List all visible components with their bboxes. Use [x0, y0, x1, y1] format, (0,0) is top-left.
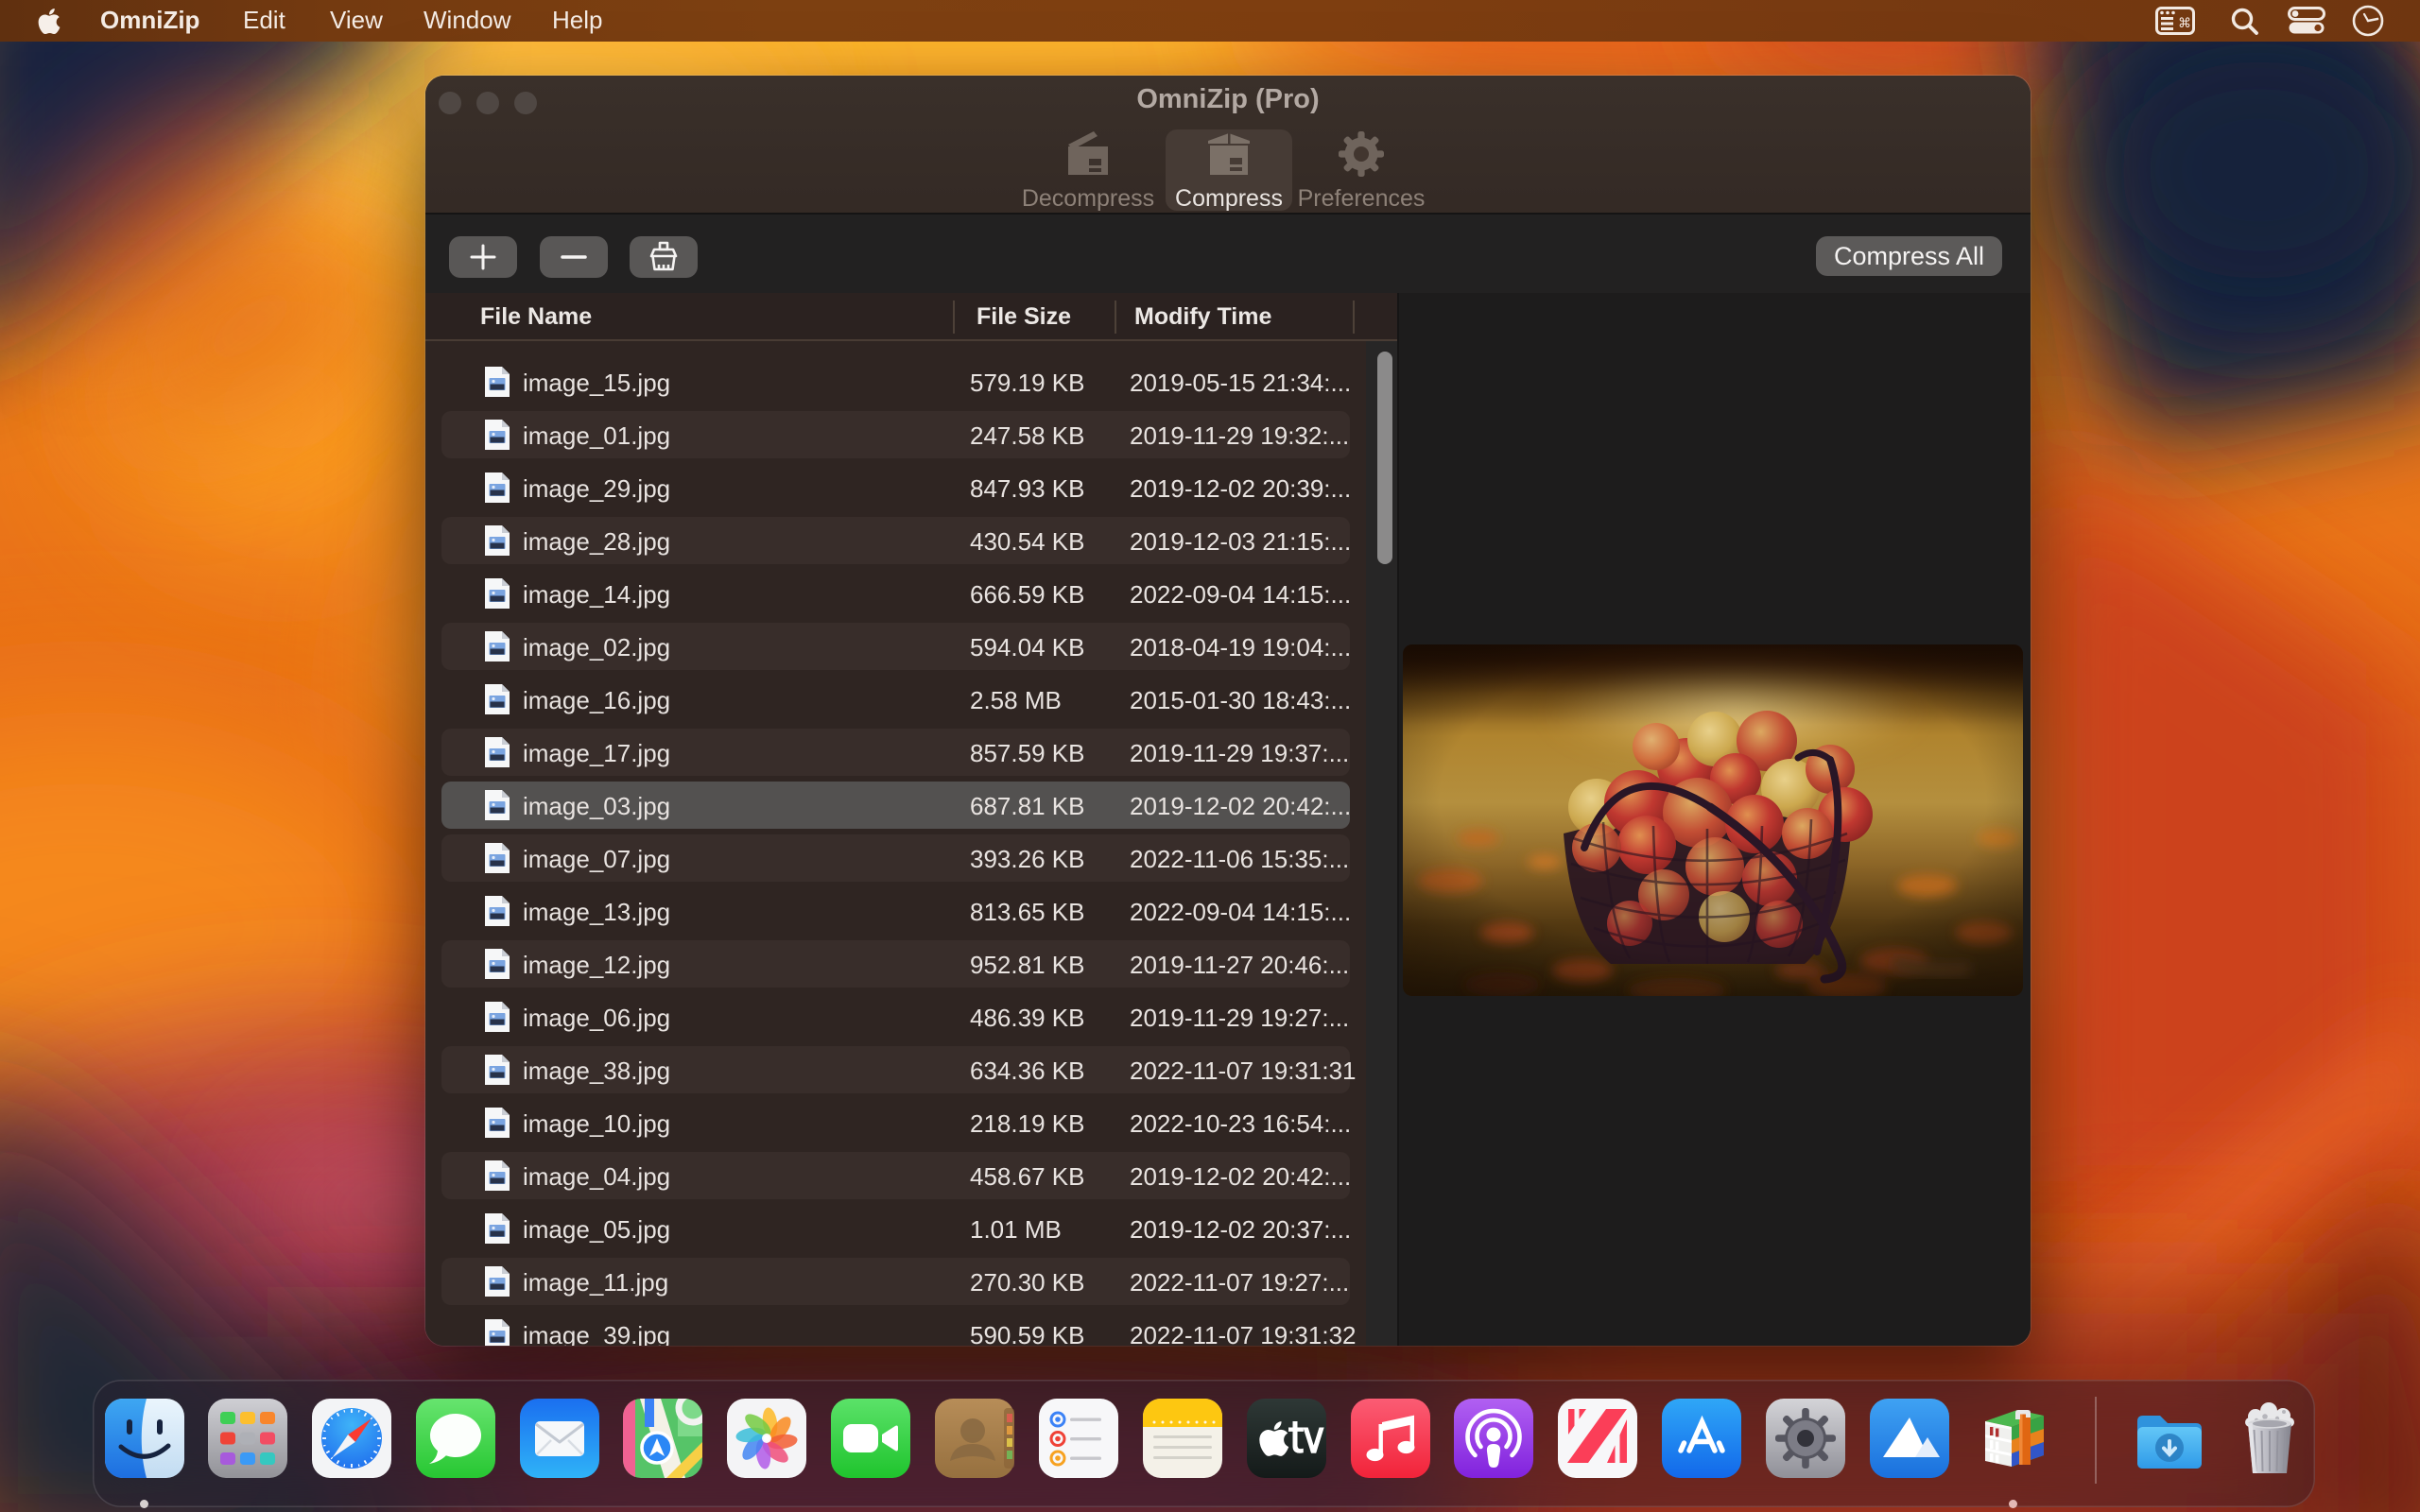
svg-text:⌘: ⌘	[2178, 15, 2191, 30]
